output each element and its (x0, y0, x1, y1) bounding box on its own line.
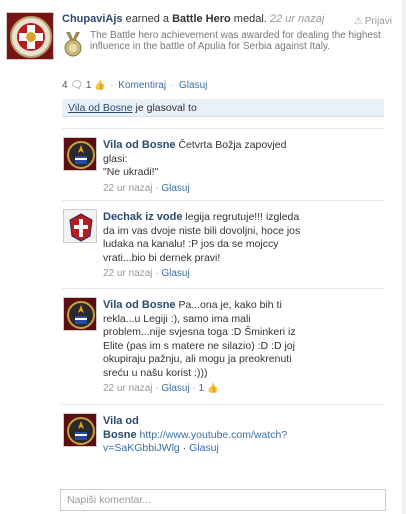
comment-link[interactable]: Komentiraj (118, 80, 166, 91)
comment-item: Vila od Bosne Pa...ona je, kako bih ti r… (62, 288, 384, 404)
comment-link-url[interactable]: http://www.youtube.com/watch? (137, 429, 288, 441)
warning-icon: ⚠ (353, 16, 363, 27)
avatar[interactable] (63, 209, 97, 243)
comment-author[interactable]: Dechak iz vode (103, 211, 182, 223)
medal-description: The Battle hero achievement was awarded … (90, 30, 381, 52)
post-user[interactable]: ChupaviAjs (62, 13, 123, 25)
comment-item: Vila od Bosne Četvrta Božja zapovjed gla… (62, 128, 384, 194)
post-actions: 4 🗨 1 👍 · Komentiraj · Glasuj (62, 80, 208, 91)
vote-link[interactable]: Glasuj (179, 80, 207, 91)
scrollbar[interactable] (402, 0, 406, 514)
comment-time: 22 ur nazaj (103, 383, 153, 394)
comment-item: Dechak iz vode legija regrutuje!!! izgle… (62, 200, 384, 286)
comment-item: Vila od Bosne http://www.youtube.com/wat… (62, 404, 384, 478)
comment-vote-link[interactable]: Glasuj (161, 268, 189, 279)
medal-box: The Battle hero achievement was awarded … (62, 30, 398, 74)
comment-author[interactable]: Vila od (103, 415, 139, 427)
comment-author[interactable]: Vila od Bosne (103, 139, 176, 151)
medal-name[interactable]: Battle Hero (172, 13, 231, 25)
comment-vote-link[interactable]: Glasuj (161, 183, 189, 194)
avatar[interactable] (63, 413, 97, 447)
voted-user[interactable]: Vila od Bosne (68, 102, 133, 114)
comment-icon: 🗨 (70, 80, 84, 91)
medal-icon (62, 30, 84, 58)
comment-body: Vila od Bosne Četvrta Božja zapovjed gla… (103, 139, 287, 194)
comment-vote-link[interactable]: Glasuj (161, 383, 189, 394)
like-count: 1 (85, 80, 92, 91)
thumbs-up-icon[interactable]: 👍 (207, 383, 218, 393)
comment-author[interactable]: Vila od Bosne (103, 299, 176, 311)
post-headline: ChupaviAjs earned a Battle Hero medal. 2… (62, 13, 325, 25)
comment-time: 22 ur nazaj (103, 182, 153, 194)
report-link[interactable]: ⚠ Prijavi (354, 16, 392, 27)
comment-vote-link[interactable]: Glasuj (189, 442, 219, 454)
comment-body: Vila od Bosne http://www.youtube.com/wat… (103, 415, 288, 454)
comment-like-count: 1 (198, 383, 205, 394)
thumbs-up-icon[interactable]: 👍 (94, 80, 105, 90)
comment-body: Vila od Bosne Pa...ona je, kako bih ti r… (103, 299, 296, 394)
comment-link-url-cont[interactable]: v=SaKGbbiJWlg (103, 442, 180, 454)
avatar[interactable] (63, 297, 97, 331)
comment-time: 22 ur nazaj (103, 268, 153, 279)
comment-body: Dechak iz vode legija regrutuje!!! izgle… (103, 211, 301, 279)
avatar[interactable] (6, 12, 54, 60)
post-time: 22 ur nazaj (269, 13, 325, 25)
voted-bar: Vila od Bosne je glasoval to (62, 99, 384, 117)
comment-input[interactable]: Napiši komentar... (60, 489, 386, 511)
avatar[interactable] (63, 137, 97, 171)
comment-count: 4 (62, 80, 68, 91)
